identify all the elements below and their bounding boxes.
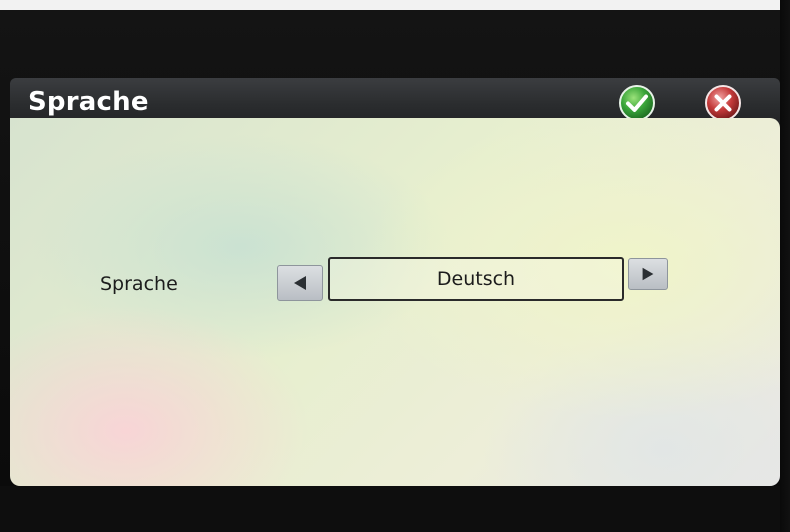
next-language-button[interactable] [628, 258, 668, 290]
right-arrow-icon [642, 267, 654, 281]
close-icon [705, 85, 741, 121]
bezel-bottom [0, 486, 790, 532]
bezel-right [780, 0, 790, 532]
settings-panel: Sprache Deutsch [10, 118, 780, 486]
language-value: Deutsch [436, 268, 516, 290]
language-value-box[interactable]: Deutsch [328, 257, 624, 301]
window-title: Sprache [28, 87, 149, 117]
cancel-button[interactable] [704, 84, 742, 122]
confirm-button[interactable] [618, 84, 656, 122]
language-label: Sprache [100, 273, 178, 295]
previous-language-button[interactable] [277, 265, 323, 301]
left-arrow-icon [294, 276, 306, 290]
checkmark-icon [619, 85, 655, 121]
device-screen: Sprache Sprache Deutsch [0, 0, 790, 532]
bezel-top [0, 0, 790, 10]
